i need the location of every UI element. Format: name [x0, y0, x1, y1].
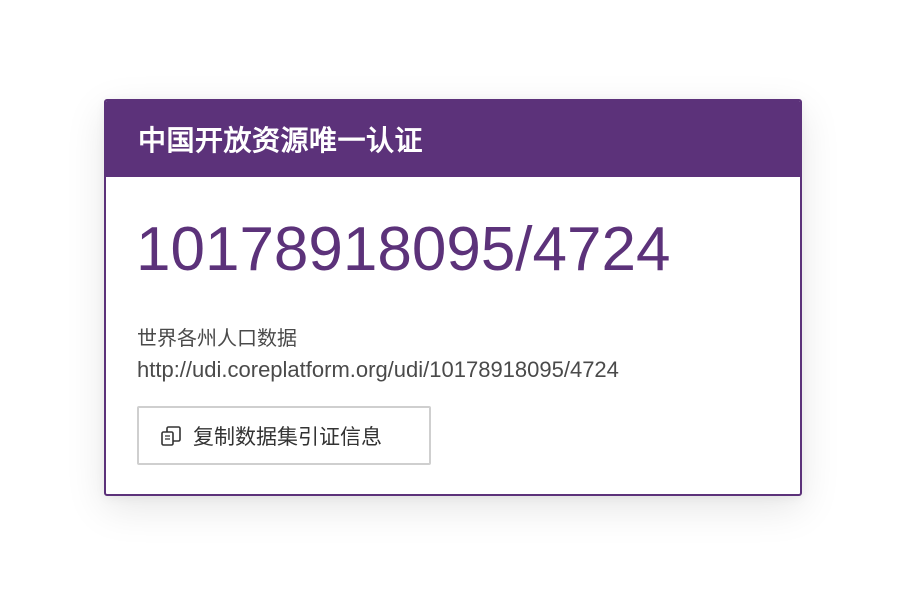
udi-number: 10178918095/4724	[136, 215, 671, 284]
udi-card: 中国开放资源唯一认证 10178918095/4724 世界各州人口数据 htt…	[104, 99, 802, 496]
page: 中国开放资源唯一认证 10178918095/4724 世界各州人口数据 htt…	[0, 0, 907, 597]
card-title: 中国开放资源唯一认证	[138, 124, 424, 157]
card-header: 中国开放资源唯一认证	[106, 101, 800, 177]
copy-button-label: 复制数据集引证信息	[193, 424, 382, 449]
dataset-url[interactable]: http://udi.coreplatform.org/udi/10178918…	[137, 357, 619, 383]
dataset-name: 世界各州人口数据	[137, 326, 297, 350]
copy-icon	[159, 424, 183, 448]
copy-citation-button[interactable]: 复制数据集引证信息	[137, 406, 431, 465]
